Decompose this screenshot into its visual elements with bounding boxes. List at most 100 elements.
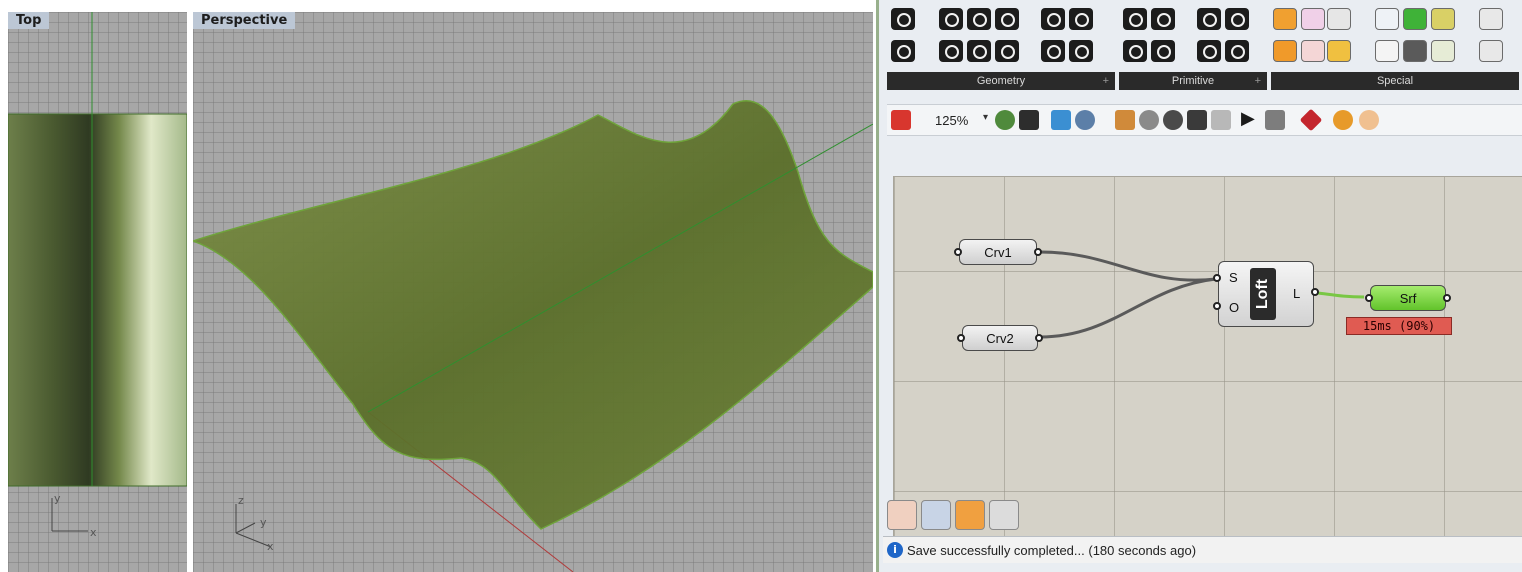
tree-icon[interactable] (1403, 40, 1427, 62)
zoom-extents-icon[interactable] (1019, 110, 1039, 130)
zoom-level[interactable]: 125% (935, 113, 968, 128)
sketch-icon[interactable] (891, 110, 911, 130)
gizmo-x-label: x (90, 526, 97, 539)
text-icon[interactable] (1151, 40, 1175, 62)
perspective-viewport-title[interactable]: Perspective (193, 12, 296, 29)
perspective-viewport[interactable]: z y x Perspective (193, 12, 873, 572)
profiler-icon[interactable] (1333, 110, 1353, 130)
gradient-icon[interactable] (1301, 8, 1325, 30)
status-bar: i Save successfully completed... (180 se… (883, 536, 1522, 563)
info-icon: i (887, 542, 903, 558)
path-icon[interactable] (1197, 8, 1221, 30)
grasshopper-canvas[interactable]: Crv1 Crv2 S O L Loft Srf 15ms (90%) (893, 176, 1522, 537)
perspective-scene: z y x (193, 99, 873, 572)
delete-icon[interactable] (891, 8, 915, 30)
box-icon[interactable] (1041, 8, 1065, 30)
status-message: Save successfully completed... (180 seco… (907, 542, 1197, 558)
cluster-preview-icon[interactable] (1359, 110, 1379, 130)
line-icon[interactable] (967, 40, 991, 62)
gizmo-y2-label: y (260, 516, 267, 529)
profiler-badge: 15ms (90%) (1346, 317, 1452, 335)
wire-crv2-s (1039, 277, 1217, 339)
named-views-icon[interactable] (1051, 110, 1071, 130)
integer-icon[interactable] (1151, 8, 1175, 30)
wire-crv1-s (1039, 250, 1217, 282)
top-scene: y x (8, 12, 187, 539)
surface-icon[interactable] (995, 8, 1019, 30)
crv1-param[interactable]: Crv1 (954, 239, 1042, 265)
loft-name-label: Loft (1250, 268, 1276, 320)
input-grip[interactable] (1213, 302, 1221, 310)
gizmo-z-label: z (238, 494, 244, 507)
loft-output: L (1293, 286, 1301, 301)
category-primitive[interactable]: Primitive + (1119, 72, 1267, 90)
expand-icon[interactable]: + (1103, 72, 1109, 90)
lofted-surface (193, 99, 873, 530)
plane-icon[interactable] (939, 40, 963, 62)
markov-icon[interactable] (955, 500, 985, 530)
mesh-icon[interactable] (1069, 8, 1093, 30)
bake-icon[interactable] (1299, 108, 1323, 132)
geometry-icon[interactable] (1069, 40, 1093, 62)
matrix-icon[interactable] (1225, 40, 1249, 62)
curve-icon[interactable] (967, 8, 991, 30)
category-geometry[interactable]: Geometry + (887, 72, 1115, 90)
gizmo-x2 (235, 532, 272, 548)
category-primitive-label: Primitive (1171, 75, 1215, 87)
domain-icon[interactable] (1225, 8, 1249, 30)
pot-icon[interactable] (887, 500, 917, 530)
panel-icon[interactable] (1273, 40, 1297, 62)
field-icon[interactable] (1041, 40, 1065, 62)
expand-icon[interactable]: + (1255, 72, 1261, 90)
seven-icon[interactable] (1123, 40, 1147, 62)
top-viewport-title[interactable]: Top (8, 12, 50, 29)
zoom-icon[interactable] (995, 110, 1015, 130)
component-row-2 (887, 40, 1517, 70)
component-row-1 (887, 8, 1517, 38)
timer-icon[interactable] (1327, 40, 1351, 62)
preview-icon[interactable] (1115, 110, 1135, 130)
shaded-preview-icon[interactable] (1139, 110, 1159, 130)
canvas-toolbar: 125% ▾ ▶ (887, 104, 1522, 136)
circle-icon[interactable] (939, 8, 963, 30)
category-special[interactable]: Special (1271, 72, 1519, 90)
vector-icon[interactable] (891, 40, 915, 62)
lock-icon[interactable] (1265, 110, 1285, 130)
label-icon[interactable] (1479, 40, 1503, 62)
output-grip[interactable] (1311, 288, 1319, 296)
gizmo-x2-label: x (267, 540, 274, 553)
top-viewport[interactable]: y x Top (8, 12, 187, 572)
canvas-widgets (887, 500, 1019, 534)
grasshopper-window: Geometry + Primitive + Special 125% ▾ ▶ Cr… (876, 0, 1522, 572)
wires (1039, 250, 1365, 339)
chevron-down-icon[interactable]: ▾ (983, 112, 988, 123)
gizmo-y-label: y (54, 492, 61, 505)
graph-icon[interactable] (1375, 40, 1399, 62)
data-input-icon[interactable] (1327, 8, 1351, 30)
color-swatch-icon[interactable] (1273, 8, 1297, 30)
loft-input-sections: S (1229, 270, 1238, 285)
chart-icon[interactable] (1431, 40, 1455, 62)
category-geometry-label: Geometry (976, 75, 1026, 87)
color-wheel-icon[interactable] (1479, 8, 1503, 30)
transform-icon[interactable] (1197, 40, 1221, 62)
gizmo-y2 (235, 522, 256, 534)
crv2-param[interactable]: Crv2 (957, 325, 1043, 351)
graph-mapper-icon[interactable] (1431, 8, 1455, 30)
input-grip[interactable] (1213, 274, 1221, 282)
display-off-icon[interactable] (1211, 110, 1231, 130)
save-icon[interactable] (921, 500, 951, 530)
image-sampler-icon[interactable] (1403, 8, 1427, 30)
loft-component[interactable]: S O L Loft (1213, 261, 1319, 327)
bar-graph-icon[interactable] (1375, 8, 1399, 30)
srf-param[interactable]: Srf (1365, 285, 1451, 311)
eye-icon[interactable] (1075, 110, 1095, 130)
play-icon[interactable]: ▶ (1241, 108, 1255, 129)
number-icon[interactable] (1123, 8, 1147, 30)
brep-icon[interactable] (995, 40, 1019, 62)
cluster-icon[interactable] (1301, 40, 1325, 62)
wire-preview-icon[interactable] (1163, 110, 1183, 130)
spiral-icon[interactable] (989, 500, 1019, 530)
wire-l-srf (1317, 291, 1365, 299)
display-icon[interactable] (1187, 110, 1207, 130)
